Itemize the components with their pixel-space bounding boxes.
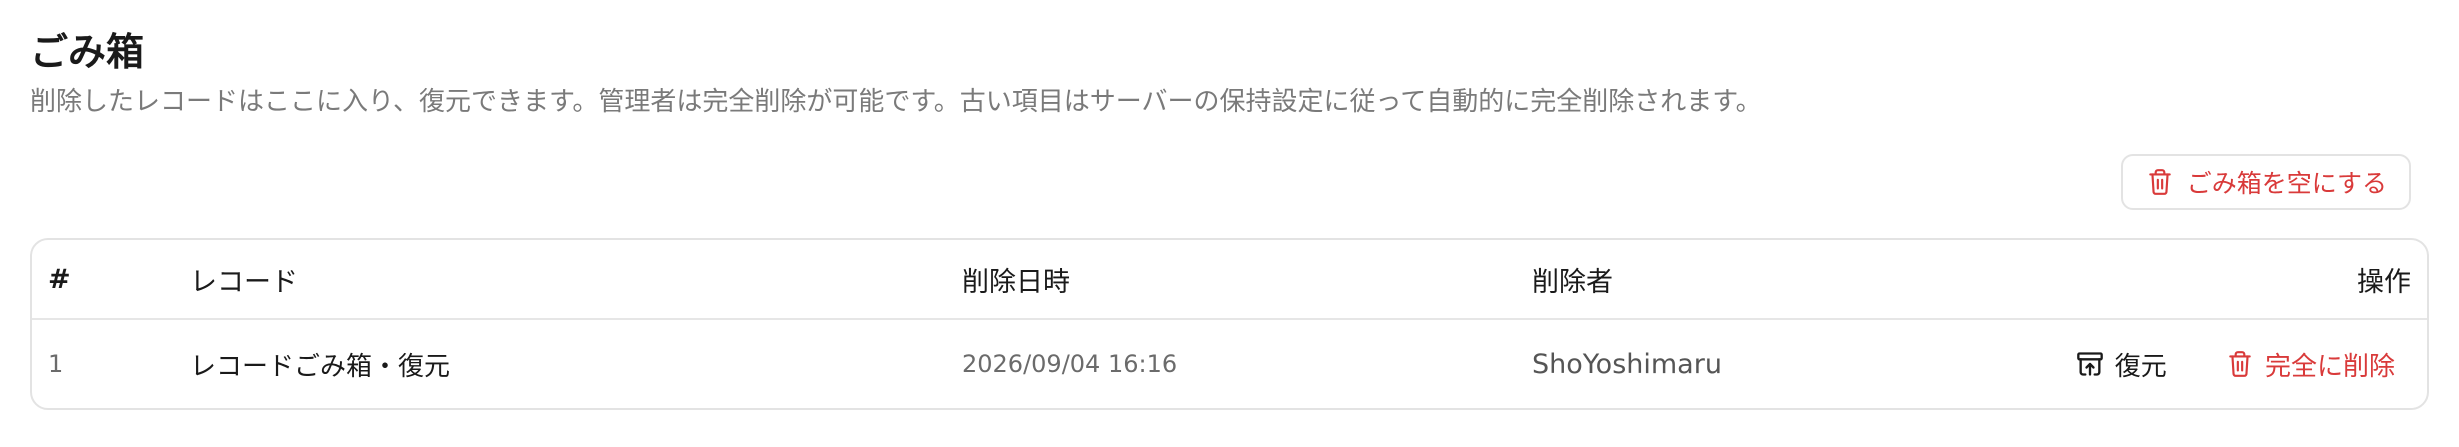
trash-icon (2145, 167, 2175, 197)
trash-table: # レコード 削除日時 削除者 操作 1 レコードごみ箱・復元 2026/09/… (30, 238, 2429, 410)
row-record: レコードごみ箱・復元 (190, 351, 451, 382)
table-header-row: # レコード 削除日時 削除者 操作 (32, 240, 2427, 320)
page-title: ごみ箱 (30, 30, 145, 74)
empty-trash-label: ごみ箱を空にする (2186, 169, 2387, 198)
row-deleted-at: 2026/09/04 16:16 (962, 350, 1178, 378)
header-deleted-at: 削除日時 (962, 240, 1532, 320)
page-description: 削除したレコードはここに入り、復元できます。管理者は完全削除が可能です。古い項目… (30, 87, 1762, 117)
toolbar: ごみ箱を空にする (30, 154, 2429, 210)
restore-button[interactable]: 復元 (2075, 346, 2167, 383)
permanent-delete-button[interactable]: 完全に削除 (2225, 346, 2395, 383)
archive-restore-icon (2075, 349, 2105, 379)
trash-page: ごみ箱 削除したレコードはここに入り、復元できます。管理者は完全削除が可能です。… (0, 0, 2459, 447)
table-row: 1 レコードごみ箱・復元 2026/09/04 16:16 ShoYoshima… (32, 319, 2427, 408)
row-actions: 復元 完全に削除 (2002, 319, 2427, 408)
header-actions: 操作 (2002, 240, 2427, 320)
permanent-delete-label: 完全に削除 (2264, 351, 2395, 382)
header-number: # (32, 240, 190, 320)
row-deleted-by: ShoYoshimaru (1532, 348, 1722, 380)
restore-label: 復元 (2114, 351, 2167, 382)
header-record: レコード (190, 240, 962, 320)
header-deleted-by: 削除者 (1532, 240, 2002, 320)
trash-icon (2225, 349, 2255, 379)
row-number: 1 (48, 350, 64, 378)
empty-trash-button[interactable]: ごみ箱を空にする (2120, 154, 2411, 210)
